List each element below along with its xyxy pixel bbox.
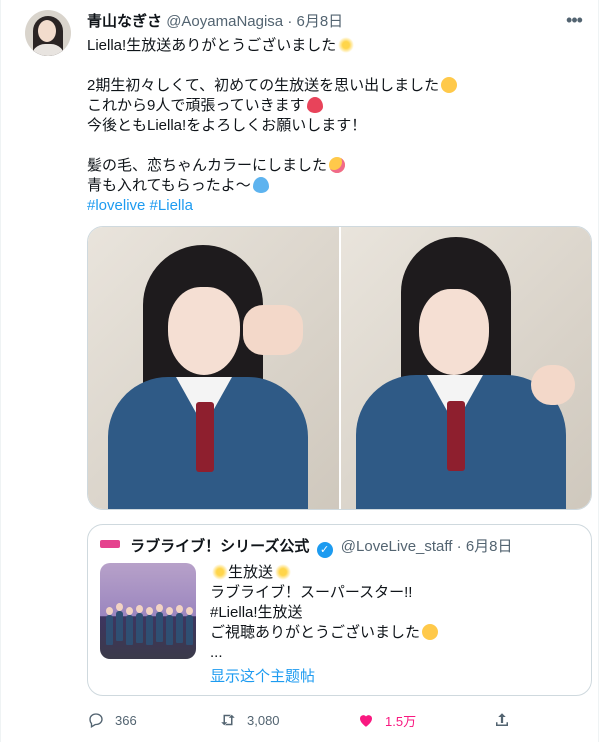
quote-text: 生放送 ラブライブ！スーパースター!! #Liella!生放送 ご視聴ありがとう… bbox=[210, 563, 580, 663]
quote-header: ラブライブ！シリーズ公式 ✓ @LoveLive_staff · 6月8日 bbox=[100, 537, 580, 558]
photo-face bbox=[419, 289, 489, 375]
tweet-line-5: 今後ともLiella!をよろしくお願いします！ bbox=[87, 117, 367, 134]
quote-line-4-text: ご視聴ありがとうございました bbox=[210, 624, 421, 641]
author-avatar[interactable] bbox=[25, 10, 71, 56]
quote-line-1-text: 生放送 bbox=[228, 564, 274, 581]
thumb-figure bbox=[116, 603, 123, 641]
photo-hand bbox=[531, 365, 575, 405]
thumb-figure bbox=[166, 607, 173, 645]
tweet-line-8-text: 青も入れてもらったよ〜 bbox=[87, 177, 251, 194]
tweet-line-3-text: 2期生初々しくて、初めての生放送を思い出しました bbox=[87, 77, 440, 94]
photo-hand bbox=[243, 305, 303, 355]
show-thread-link[interactable]: 显示这个主题帖 bbox=[210, 667, 315, 687]
dizzy-emoji-icon bbox=[275, 564, 292, 580]
photo-ribbon bbox=[447, 401, 465, 471]
tweet-line-3: 2期生初々しくて、初めての生放送を思い出しました bbox=[87, 76, 587, 96]
verified-badge-icon: ✓ bbox=[316, 542, 333, 558]
like-button[interactable]: 1.5万 bbox=[357, 708, 416, 732]
dizzy-emoji-icon bbox=[212, 564, 228, 580]
tweet-photo-1[interactable] bbox=[88, 227, 339, 509]
action-bar: 366 3,080 1.5万 bbox=[87, 708, 517, 732]
heart-icon bbox=[360, 715, 372, 727]
author-name[interactable]: 青山なぎさ bbox=[87, 13, 162, 30]
tweet-hashtags: #lovelive #Liella bbox=[87, 196, 587, 216]
retweet-count: 3,080 bbox=[247, 712, 280, 728]
thumb-figure bbox=[146, 607, 153, 645]
blue-heart-emoji-icon bbox=[252, 177, 269, 193]
photo-ribbon bbox=[196, 402, 214, 472]
separator-dot: · bbox=[287, 13, 293, 30]
author-handle[interactable]: @AoyamaNagisa bbox=[166, 13, 283, 30]
reply-count: 366 bbox=[115, 712, 137, 728]
retweet-button[interactable]: 3,080 bbox=[219, 708, 280, 732]
more-horizontal-icon[interactable]: ••• bbox=[564, 11, 584, 32]
quote-line-3: #Liella!生放送 bbox=[210, 604, 303, 621]
thumb-figure bbox=[156, 604, 163, 642]
thumb-figure bbox=[136, 605, 143, 643]
photo-face bbox=[168, 287, 240, 375]
thumb-figure bbox=[106, 607, 113, 645]
tweet-line-7-text: 髪の毛、恋ちゃんカラーにしました bbox=[87, 157, 328, 174]
tweet-text: Liella!生放送ありがとうございました 2期生初々しくて、初めての生放送を思… bbox=[87, 36, 587, 216]
quote-line-4: ご視聴ありがとうございました bbox=[210, 623, 580, 643]
tweet-line-1-text: Liella!生放送ありがとうございました bbox=[87, 37, 337, 54]
like-count: 1.5万 bbox=[385, 713, 417, 729]
quote-separator-dot: · bbox=[456, 538, 462, 555]
quote-thumbnail bbox=[100, 563, 196, 659]
hashtag-lovelive[interactable]: #lovelive bbox=[87, 197, 145, 214]
quote-author-handle: @LoveLive_staff bbox=[340, 538, 453, 555]
quoted-tweet[interactable]: ラブライブ！シリーズ公式 ✓ @LoveLive_staff · 6月8日 生放… bbox=[87, 524, 592, 696]
smiling-face-with-hearts-emoji-icon bbox=[329, 157, 346, 173]
share-button[interactable] bbox=[493, 708, 521, 732]
hashtag-liella[interactable]: #Liella bbox=[150, 197, 193, 214]
retweet-icon bbox=[221, 714, 235, 726]
sparkles-emoji-icon bbox=[338, 37, 355, 53]
quote-line-2: ラブライブ！スーパースター!! bbox=[210, 584, 413, 601]
reply-button[interactable]: 366 bbox=[87, 708, 137, 732]
tweet-line-8: 青も入れてもらったよ〜 bbox=[87, 176, 587, 196]
thumb-figure bbox=[186, 607, 193, 645]
tweet-line-4: これから9人で頑張っていきます bbox=[87, 96, 587, 116]
quote-line-5: ... bbox=[210, 644, 223, 661]
quote-author-name: ラブライブ！シリーズ公式 bbox=[130, 538, 310, 555]
thumb-figure bbox=[176, 605, 183, 643]
tweet-line-4-text: これから9人で頑張っていきます bbox=[87, 97, 305, 114]
quote-line-1: 生放送 bbox=[210, 563, 580, 583]
tweet-date[interactable]: 6月8日 bbox=[296, 13, 343, 30]
tweet-card[interactable]: 青山なぎさ @AoyamaNagisa · 6月8日 ••• Liella!生放… bbox=[0, 0, 599, 742]
tweet-photo-2[interactable] bbox=[341, 227, 591, 509]
share-icon bbox=[496, 713, 508, 726]
heart-on-fire-emoji-icon bbox=[306, 97, 323, 113]
quote-date: 6月8日 bbox=[465, 538, 513, 555]
tweet-line-1: Liella!生放送ありがとうございました bbox=[87, 36, 587, 56]
thumb-figure bbox=[126, 607, 133, 645]
smiling-face-emoji-icon bbox=[441, 77, 458, 93]
lovelive-logo-icon bbox=[100, 540, 120, 548]
raising-hands-emoji-icon bbox=[422, 624, 439, 640]
avatar-face bbox=[38, 20, 56, 42]
photo-grid bbox=[87, 226, 592, 510]
reply-icon bbox=[89, 713, 103, 728]
tweet-header: 青山なぎさ @AoyamaNagisa · 6月8日 bbox=[87, 12, 587, 32]
tweet-line-7: 髪の毛、恋ちゃんカラーにしました bbox=[87, 156, 587, 176]
